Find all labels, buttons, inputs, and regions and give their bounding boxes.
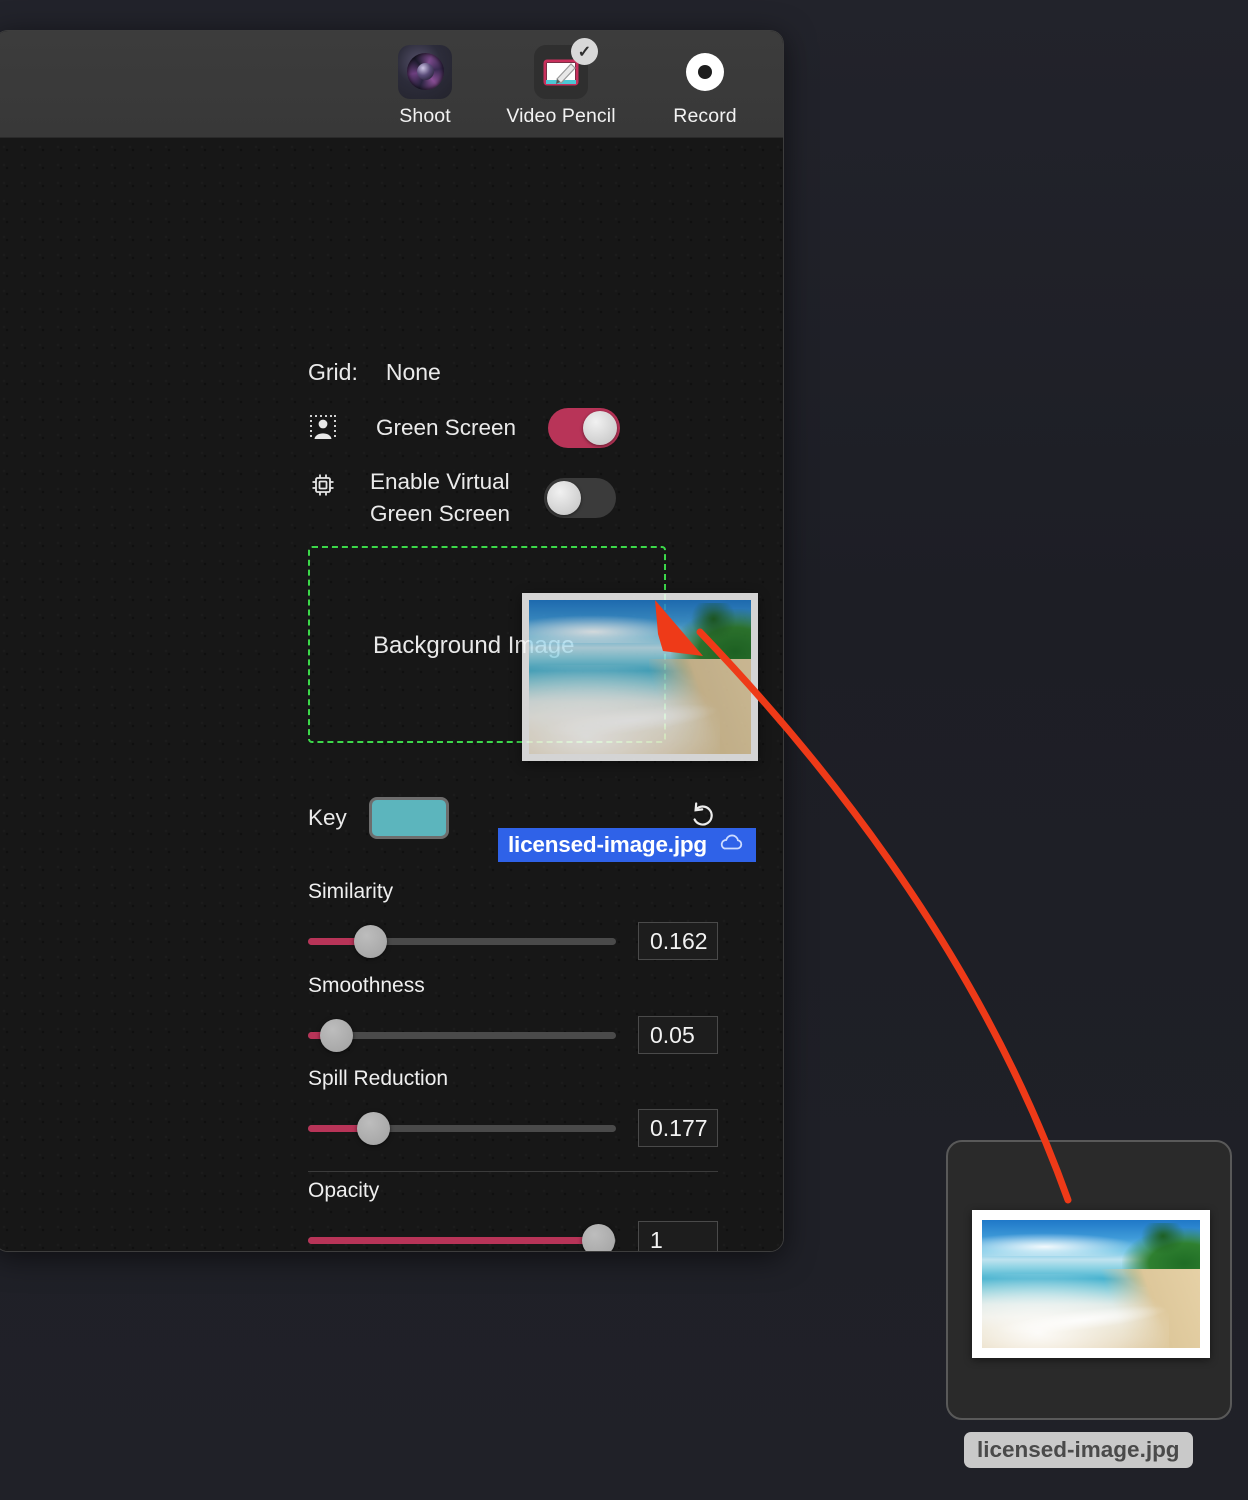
slider-group-smoothness: Smoothness 0.05 <box>308 974 718 1054</box>
camera-lens-icon <box>398 45 452 99</box>
slider-track[interactable] <box>308 1018 616 1052</box>
grid-row[interactable]: Grid: None <box>308 359 441 386</box>
green-screen-row: Green Screen <box>308 408 621 448</box>
slider-label: Smoothness <box>308 974 425 997</box>
slider-handle[interactable] <box>353 924 387 958</box>
slider-track[interactable] <box>308 924 616 958</box>
green-screen-toggle[interactable] <box>548 408 621 448</box>
dragged-image-preview[interactable] <box>522 593 758 761</box>
toolbar-item-record-label: Record <box>673 105 737 127</box>
video-pencil-icon: ✓ <box>534 38 598 99</box>
slider-label: Spill Reduction <box>308 1067 449 1090</box>
slider-track[interactable] <box>308 1111 616 1145</box>
slider-group-spill-reduction: Spill Reduction 0.177 <box>308 1067 718 1147</box>
grid-label: Grid: <box>308 359 358 385</box>
slider-label: Opacity <box>308 1179 380 1202</box>
slider-value[interactable]: 0.162 <box>638 922 718 960</box>
key-label: Key <box>308 805 347 830</box>
toolbar-item-video-pencil-label: Video Pencil <box>506 105 616 127</box>
file-thumbnail <box>972 1210 1210 1358</box>
beach-photo <box>982 1220 1200 1348</box>
app-window: Shoot ✓ Video Pencil Record Grid: None G… <box>0 30 784 1252</box>
slider-label: Similarity <box>308 880 394 903</box>
slider-value[interactable]: 0.177 <box>638 1109 718 1147</box>
section-divider <box>308 1171 718 1172</box>
settings-panel: Grid: None Green Screen Enable Virtual G… <box>0 138 783 1251</box>
beach-photo-thumbnail <box>529 600 751 754</box>
key-row: Key <box>308 797 449 839</box>
toolbar-item-shoot-label: Shoot <box>399 105 451 127</box>
toolbar-item-record[interactable]: Record <box>640 45 770 128</box>
slider-value[interactable]: 1 <box>638 1221 718 1251</box>
chip-icon <box>308 470 338 500</box>
cloud-icon <box>718 834 744 857</box>
slider-group-similarity: Similarity 0.162 <box>308 880 718 960</box>
key-color-swatch[interactable] <box>368 797 449 839</box>
virtual-green-screen-row: Enable Virtual Green Screen <box>308 466 617 530</box>
drag-source-file-caption: licensed-image.jpg <box>964 1432 1193 1468</box>
slider-track[interactable] <box>308 1223 616 1251</box>
toolbar-item-video-pencil[interactable]: ✓ Video Pencil <box>496 38 626 128</box>
person-in-frame-icon <box>308 413 338 443</box>
file-name-text: licensed-image.jpg <box>508 832 707 857</box>
screen: Shoot ✓ Video Pencil Record Grid: None G… <box>0 0 1248 1500</box>
grid-value[interactable]: None <box>386 359 441 386</box>
virtual-green-screen-toggle[interactable] <box>544 478 617 518</box>
slider-group-opacity: Opacity 1 <box>308 1179 718 1251</box>
checkmark-badge-icon: ✓ <box>571 38 598 65</box>
file-name-pill[interactable]: licensed-image.jpg <box>498 828 756 862</box>
slider-value[interactable]: 0.05 <box>638 1016 718 1054</box>
drag-source-file-card[interactable] <box>946 1140 1232 1420</box>
toolbar-item-shoot[interactable]: Shoot <box>360 45 490 128</box>
toolbar: Shoot ✓ Video Pencil Record <box>0 31 783 138</box>
slider-handle[interactable] <box>356 1111 390 1145</box>
virtual-green-screen-label: Enable Virtual Green Screen <box>370 469 511 526</box>
slider-handle[interactable] <box>581 1223 615 1251</box>
record-dot-icon <box>678 45 732 99</box>
green-screen-label: Green Screen <box>376 415 517 440</box>
slider-handle[interactable] <box>319 1018 353 1052</box>
